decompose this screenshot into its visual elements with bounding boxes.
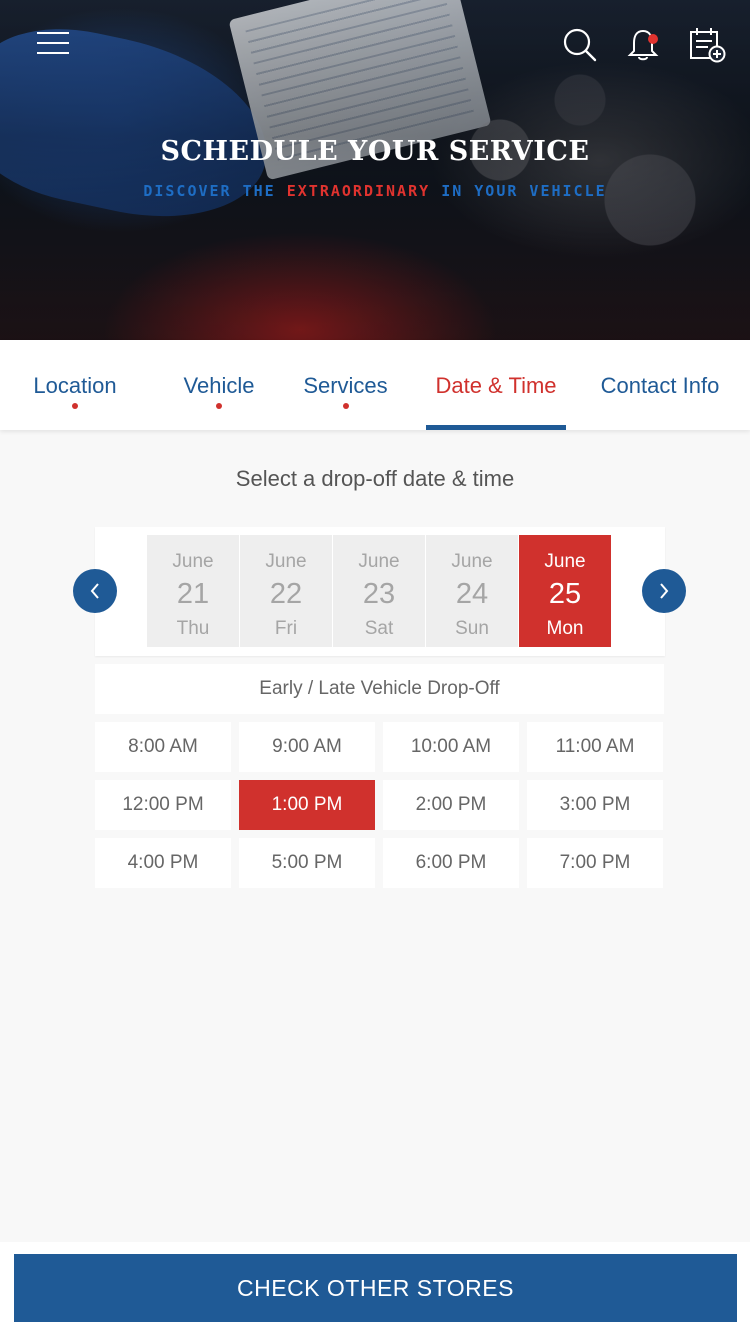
date-card[interactable]: June 24 Sun (426, 535, 518, 647)
subtitle-post: IN YOUR VEHICLE (441, 182, 607, 200)
date-day: 24 (455, 578, 489, 610)
date-card[interactable]: June 21 Thu (147, 535, 239, 647)
date-card-selected[interactable]: June 25 Mon (519, 535, 611, 647)
notification-badge (648, 34, 658, 44)
date-month: June (544, 551, 586, 572)
date-day: 21 (176, 578, 210, 610)
date-weekday: Sun (455, 618, 489, 639)
time-slot[interactable]: 8:00 AM (95, 722, 231, 772)
active-tab-indicator (426, 425, 566, 430)
tab-location[interactable]: Location (0, 340, 150, 430)
time-slot-selected[interactable]: 1:00 PM (239, 780, 375, 830)
tab-label: Contact Info (600, 373, 720, 398)
date-month: June (358, 551, 400, 572)
calendar-add-icon[interactable] (688, 27, 726, 63)
early-late-dropoff-button[interactable]: Early / Late Vehicle Drop-Off (95, 664, 664, 714)
time-slot[interactable]: 11:00 AM (527, 722, 663, 772)
search-icon[interactable] (562, 27, 598, 63)
date-day: 22 (269, 578, 303, 610)
tab-label: Vehicle (183, 373, 255, 398)
time-slot[interactable]: 10:00 AM (383, 722, 519, 772)
tab-contact-info[interactable]: Contact Info (585, 340, 735, 430)
date-weekday: Sat (364, 618, 394, 639)
tab-label: Services (303, 373, 388, 398)
page-subtitle: DISCOVER THE EXTRAORDINARY IN YOUR VEHIC… (0, 182, 750, 200)
time-slot[interactable]: 5:00 PM (239, 838, 375, 888)
hero-banner: SCHEDULE YOUR SERVICE DISCOVER THE EXTRA… (0, 0, 750, 340)
date-day: 23 (362, 578, 396, 610)
completed-dot (72, 403, 78, 409)
date-month: June (265, 551, 307, 572)
subtitle-pre: DISCOVER THE (143, 182, 276, 200)
time-slot[interactable]: 6:00 PM (383, 838, 519, 888)
time-slot[interactable]: 2:00 PM (383, 780, 519, 830)
completed-dot (216, 403, 222, 409)
time-slot[interactable]: 12:00 PM (95, 780, 231, 830)
next-dates-button[interactable] (642, 569, 686, 613)
date-picker: June 21 Thu June 22 Fri June 23 Sat June… (95, 527, 665, 656)
menu-icon[interactable] (37, 32, 69, 56)
time-slot[interactable]: 9:00 AM (239, 722, 375, 772)
date-weekday: Thu (176, 618, 210, 639)
bell-icon[interactable] (626, 27, 662, 63)
section-title: Select a drop-off date & time (235, 466, 515, 491)
previous-dates-button[interactable] (73, 569, 117, 613)
chevron-right-icon (660, 583, 669, 599)
date-card[interactable]: June 23 Sat (333, 535, 425, 647)
tab-label: Location (33, 373, 117, 398)
tab-label: Date & Time (435, 373, 557, 398)
date-month: June (172, 551, 214, 572)
tab-services[interactable]: Services (288, 340, 403, 430)
date-card[interactable]: June 22 Fri (240, 535, 332, 647)
tab-vehicle[interactable]: Vehicle (150, 340, 288, 430)
date-day: 25 (548, 578, 582, 610)
time-slot[interactable]: 4:00 PM (95, 838, 231, 888)
time-slot[interactable]: 3:00 PM (527, 780, 663, 830)
time-slot[interactable]: 7:00 PM (527, 838, 663, 888)
step-tabs: Location Vehicle Services Date & Time Co… (0, 340, 750, 430)
completed-dot (342, 403, 349, 409)
tab-date-time[interactable]: Date & Time (426, 340, 566, 430)
date-weekday: Mon (546, 618, 584, 639)
date-month: June (451, 551, 493, 572)
check-other-stores-button[interactable]: CHECK OTHER STORES (14, 1254, 737, 1322)
subtitle-accent: EXTRAORDINARY (286, 182, 431, 200)
date-weekday: Fri (274, 618, 298, 639)
page-title: SCHEDULE YOUR SERVICE (160, 136, 590, 167)
chevron-left-icon (90, 583, 99, 599)
